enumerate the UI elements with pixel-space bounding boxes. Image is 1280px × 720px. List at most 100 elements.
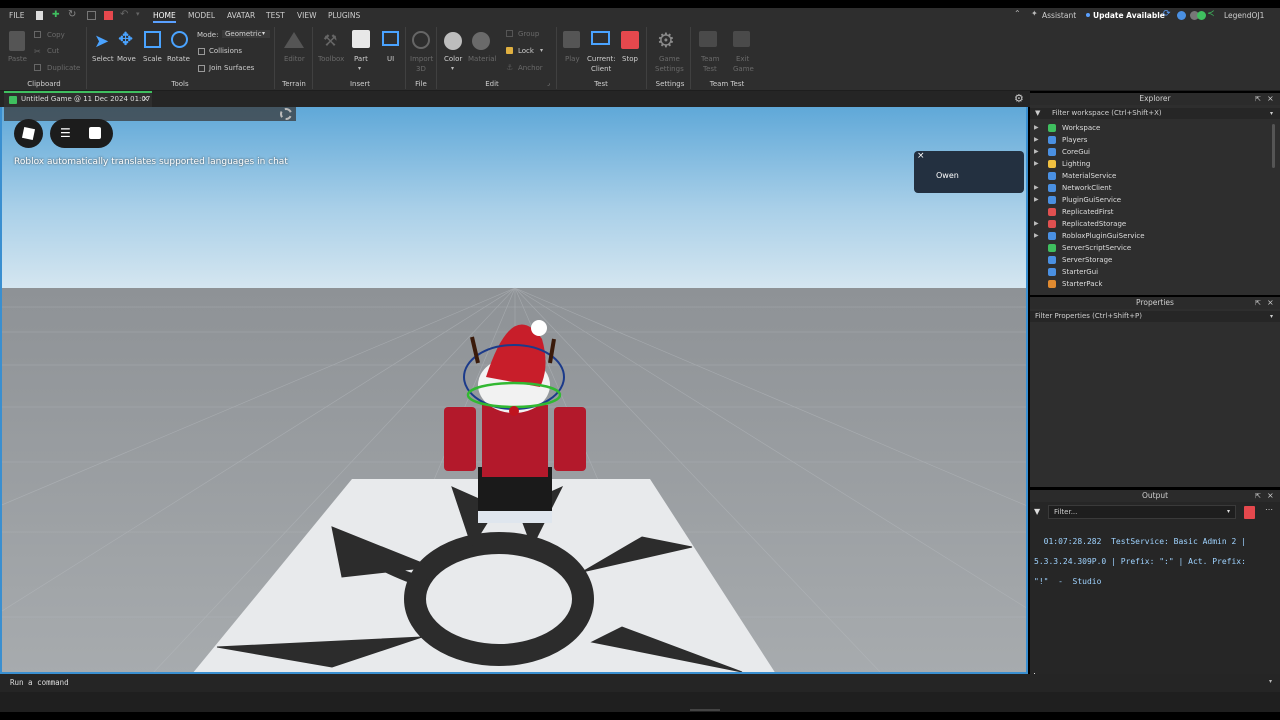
- explorer-undock-icon[interactable]: ⇱: [1255, 95, 1261, 103]
- viewport-settings-icon[interactable]: ⚙: [1014, 92, 1024, 105]
- roblox-menu-button[interactable]: [14, 119, 43, 148]
- expand-arrow-icon[interactable]: ▶: [1034, 122, 1044, 134]
- tab-test[interactable]: TEST: [266, 8, 285, 23]
- expand-arrow-icon[interactable]: ▶: [1034, 218, 1044, 230]
- explorer-item[interactable]: ReplicatedFirst: [1034, 206, 1270, 218]
- explorer-item[interactable]: StarterPack: [1034, 278, 1270, 290]
- select-button[interactable]: Select: [92, 55, 114, 63]
- color-button[interactable]: Color: [444, 55, 462, 63]
- explorer-filter-chevron-down-icon[interactable]: ▾: [1270, 108, 1273, 119]
- undo-icon[interactable]: ↶: [120, 9, 128, 20]
- import-3d-button[interactable]: Import: [410, 55, 433, 63]
- explorer-item[interactable]: ▶ Workspace: [1034, 122, 1270, 134]
- game-viewport[interactable]: ☰ Roblox automatically translates suppor…: [0, 107, 1028, 674]
- join-surfaces-checkbox[interactable]: [198, 65, 205, 72]
- explorer-item[interactable]: ▶ PluginGuiService: [1034, 194, 1270, 206]
- explorer-item[interactable]: MaterialService: [1034, 170, 1270, 182]
- tab-home[interactable]: HOME: [153, 8, 176, 23]
- output-close-icon[interactable]: ×: [1267, 491, 1274, 500]
- group-button[interactable]: Group: [518, 30, 539, 38]
- username-button[interactable]: LegendOJ1: [1224, 8, 1264, 23]
- redo-icon[interactable]: ↻: [68, 9, 76, 20]
- copy-button[interactable]: Copy: [47, 31, 65, 39]
- publish-icon[interactable]: ✚: [52, 10, 60, 20]
- update-available-button[interactable]: Update Available: [1093, 8, 1165, 23]
- explorer-item[interactable]: ServerStorage: [1034, 254, 1270, 266]
- scale-button[interactable]: Scale: [143, 55, 162, 63]
- explorer-item[interactable]: ServerScriptService: [1034, 242, 1270, 254]
- expand-arrow-icon[interactable]: ▶: [1034, 182, 1044, 194]
- properties-filter-input[interactable]: Filter Properties (Ctrl+Shift+P) ▾: [1030, 311, 1280, 322]
- explorer-item[interactable]: ▶ NetworkClient: [1034, 182, 1270, 194]
- ui-button[interactable]: UI: [387, 55, 394, 63]
- explorer-item[interactable]: ▶ ReplicatedStorage: [1034, 218, 1270, 230]
- paste-button[interactable]: Paste: [8, 55, 27, 63]
- explorer-item[interactable]: ▶ Lighting: [1034, 158, 1270, 170]
- collisions-checkbox[interactable]: [198, 48, 205, 55]
- document-tab[interactable]: Untitled Game @ 11 Dec 2024 01:07 ×: [4, 91, 152, 107]
- tab-model[interactable]: MODEL: [188, 8, 215, 23]
- notification-icon[interactable]: [1197, 11, 1206, 20]
- material-button[interactable]: Material: [468, 55, 496, 63]
- expand-arrow-icon[interactable]: ▶: [1034, 230, 1044, 242]
- resize-handle[interactable]: [690, 709, 720, 711]
- info-icon[interactable]: [1177, 11, 1186, 20]
- tab-avatar[interactable]: AVATAR: [227, 8, 255, 23]
- tab-view[interactable]: VIEW: [297, 8, 317, 23]
- output-filter-funnel-icon[interactable]: ▼: [1034, 507, 1040, 516]
- command-bar[interactable]: Run a command ▾: [0, 674, 1280, 692]
- expand-arrow-icon[interactable]: ▶: [1034, 134, 1044, 146]
- file-menu[interactable]: FILE: [9, 8, 24, 23]
- expand-arrow-icon[interactable]: ▶: [1034, 158, 1044, 170]
- play-button[interactable]: Play: [565, 55, 580, 63]
- explorer-item[interactable]: ▶ Players: [1034, 134, 1270, 146]
- game-settings-button[interactable]: Game: [659, 55, 680, 63]
- command-bar-chevron-down-icon[interactable]: ▾: [1269, 678, 1272, 685]
- part-button[interactable]: Part: [354, 55, 368, 63]
- collapse-icon[interactable]: ⌃: [1014, 9, 1021, 18]
- team-test-button[interactable]: Team: [701, 55, 720, 63]
- explorer-item[interactable]: StarterGui: [1034, 266, 1270, 278]
- explorer-item[interactable]: ▶ RobloxPluginGuiService: [1034, 230, 1270, 242]
- properties-filter-chevron-down-icon[interactable]: ▾: [1270, 311, 1273, 322]
- output-undock-icon[interactable]: ⇱: [1255, 492, 1261, 500]
- properties-undock-icon[interactable]: ⇱: [1255, 299, 1261, 307]
- close-popup-icon[interactable]: ×: [917, 151, 925, 161]
- lock-button[interactable]: Lock: [518, 47, 534, 55]
- paste-icon[interactable]: [9, 31, 25, 51]
- output-filter-chevron-down-icon[interactable]: ▾: [1227, 508, 1230, 515]
- cut-button[interactable]: Cut: [47, 47, 59, 55]
- properties-close-icon[interactable]: ×: [1267, 298, 1274, 307]
- stop-small-icon[interactable]: [104, 11, 113, 20]
- share-icon[interactable]: ≺: [1207, 9, 1215, 19]
- new-file-icon[interactable]: [36, 11, 43, 20]
- rotate-button[interactable]: Rotate: [167, 55, 190, 63]
- hamburger-menu-button[interactable]: ☰: [50, 119, 113, 148]
- expand-arrow-icon[interactable]: ▶: [1034, 146, 1044, 158]
- scene-render[interactable]: [2, 107, 1028, 674]
- undo-dropdown-icon[interactable]: ▾: [136, 10, 140, 18]
- exit-game-button[interactable]: Exit: [736, 55, 749, 63]
- clear-output-trash-icon[interactable]: [1244, 506, 1255, 519]
- toolbox-button[interactable]: Toolbox: [318, 55, 344, 63]
- sync-icon[interactable]: ⟳: [1163, 9, 1171, 19]
- explorer-close-icon[interactable]: ×: [1267, 94, 1274, 103]
- player-popup[interactable]: Owen: [914, 151, 1024, 193]
- explorer-scrollbar[interactable]: [1272, 124, 1275, 168]
- explorer-item[interactable]: ▶ CoreGui: [1034, 146, 1270, 158]
- assistant-button[interactable]: Assistant: [1042, 8, 1076, 23]
- anchor-button[interactable]: Anchor: [518, 64, 543, 72]
- current-client-button[interactable]: Current:: [587, 55, 616, 63]
- edit-expand-icon[interactable]: ⌟: [547, 80, 550, 87]
- chat-icon[interactable]: [89, 127, 101, 139]
- stop-button[interactable]: Stop: [622, 55, 638, 63]
- expand-arrow-icon[interactable]: ▶: [1034, 194, 1044, 206]
- explorer-filter-input[interactable]: ▼ Filter workspace (Ctrl+Shift+X) ▾: [1030, 108, 1280, 119]
- duplicate-button[interactable]: Duplicate: [47, 64, 80, 72]
- terrain-editor-button[interactable]: Editor: [284, 55, 305, 63]
- save-icon[interactable]: [87, 11, 96, 20]
- output-more-icon[interactable]: ⋯: [1265, 505, 1273, 514]
- tab-plugins[interactable]: PLUGINS: [328, 8, 360, 23]
- move-button[interactable]: Move: [117, 55, 136, 63]
- output-filter-input[interactable]: Filter... ▾: [1048, 505, 1236, 519]
